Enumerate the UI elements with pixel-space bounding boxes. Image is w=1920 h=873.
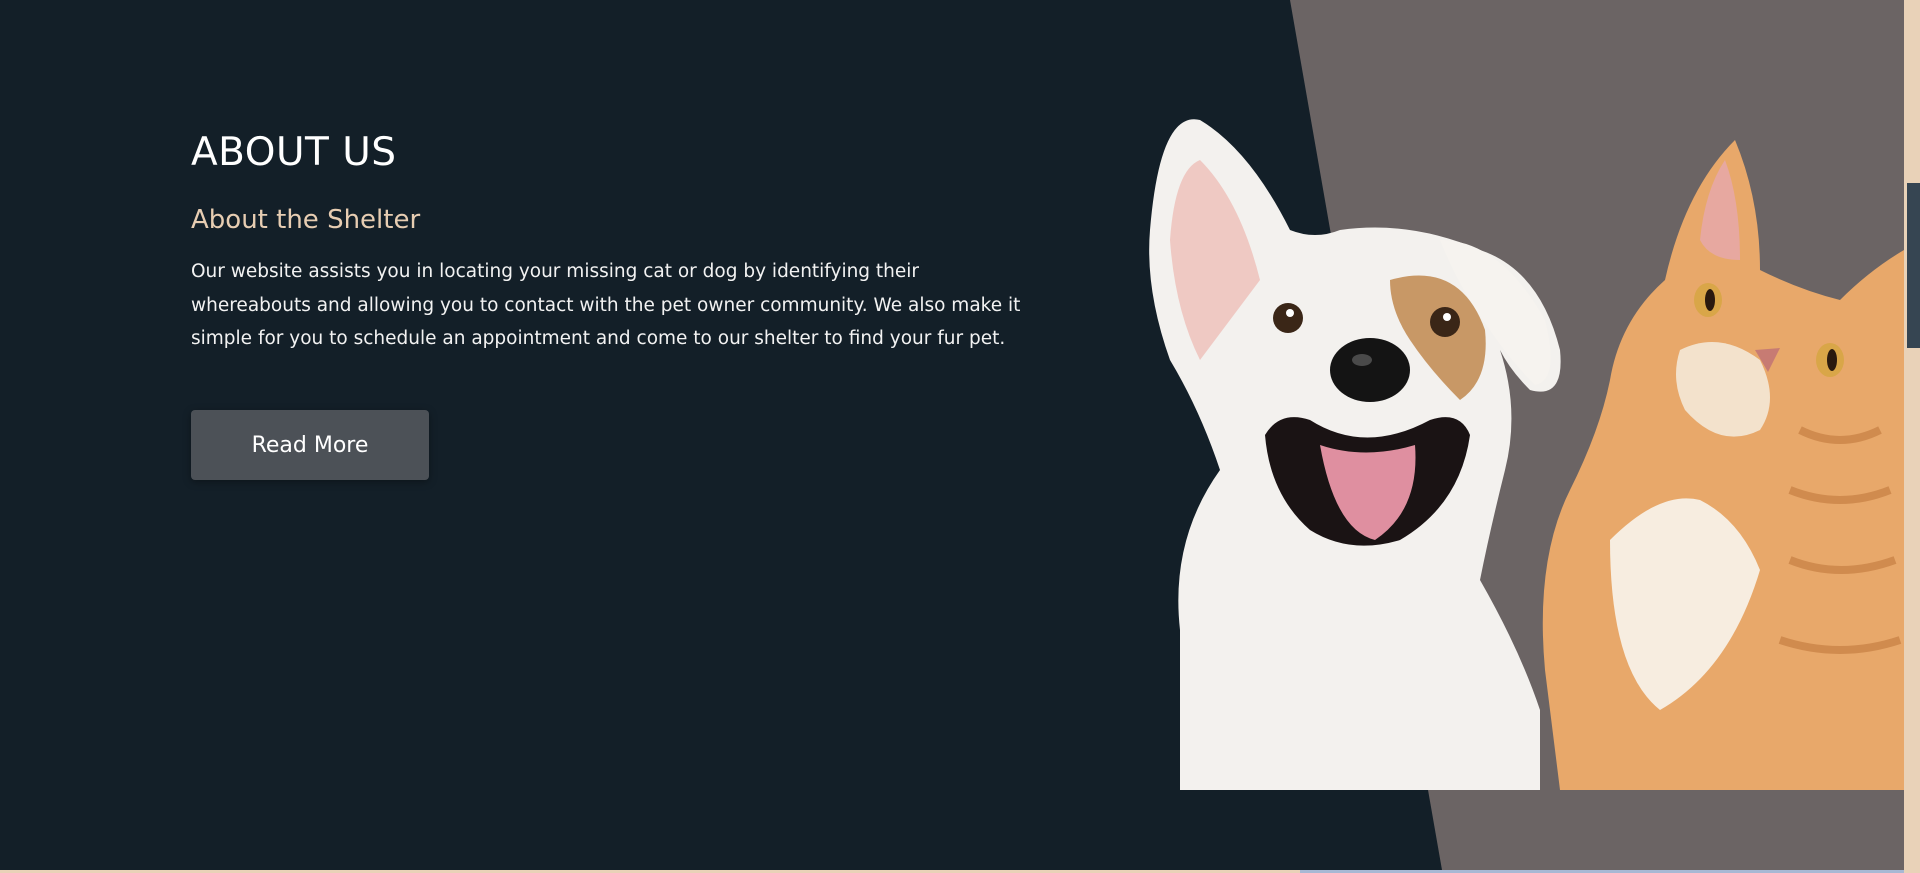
section-subtitle: About the Shelter: [191, 205, 421, 235]
cat-illustration: [1542, 140, 1904, 790]
read-more-button[interactable]: Read More: [191, 410, 429, 480]
dog-and-cat-image: [1140, 110, 1904, 790]
about-description: Our website assists you in locating your…: [191, 261, 1021, 349]
scrollbar-thumb[interactable]: [1907, 183, 1920, 348]
about-section: ABOUT US About the Shelter Our website a…: [0, 0, 1904, 870]
section-title: ABOUT US: [191, 130, 397, 175]
scrollbar-track[interactable]: [1904, 0, 1920, 873]
dog-illustration: [1149, 119, 1561, 790]
about-content: ABOUT US About the Shelter Our website a…: [191, 130, 1051, 356]
